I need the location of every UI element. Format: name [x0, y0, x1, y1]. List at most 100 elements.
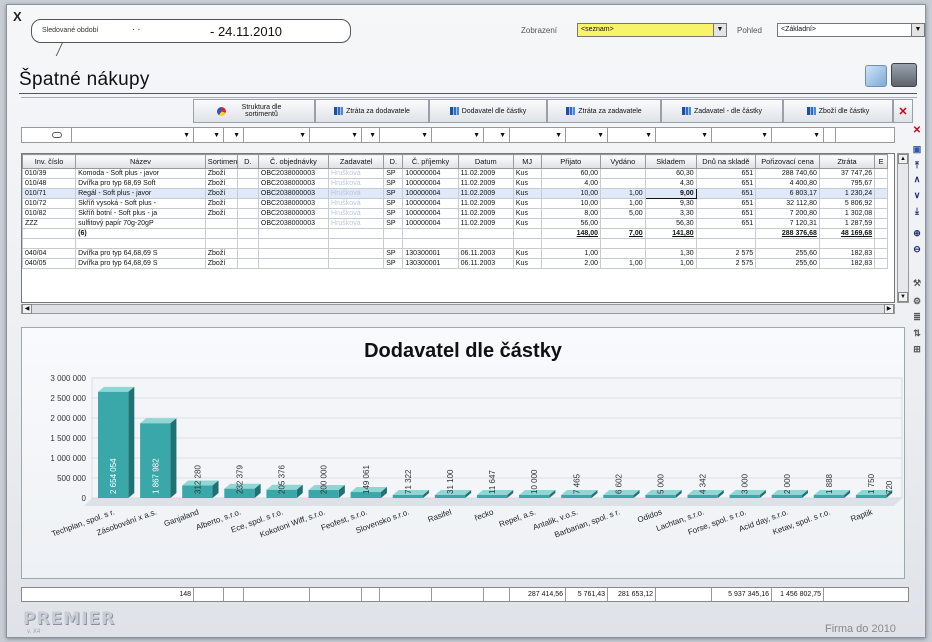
horizontal-scrollbar[interactable]: ◀ ▶	[21, 304, 895, 314]
table-cell[interactable]: 1 230,24	[818, 188, 876, 199]
period-from-value[interactable]: . .	[132, 22, 140, 33]
table-cell[interactable]	[22, 238, 77, 249]
table-cell[interactable]	[236, 208, 259, 219]
table-cell[interactable]: Zboží	[204, 198, 238, 209]
table-cell[interactable]	[874, 248, 888, 259]
printer-icon[interactable]	[891, 63, 917, 87]
column-header[interactable]: Č. příjemky	[402, 154, 459, 169]
next-record-icon[interactable]: ∨	[911, 189, 923, 201]
table-cell[interactable]	[257, 248, 330, 259]
table-cell[interactable]: 9,30	[644, 198, 697, 209]
table-cell[interactable]: 37 747,26	[818, 168, 876, 179]
table-cell[interactable]: 010/72	[22, 198, 77, 209]
table-cell[interactable]: SP	[383, 188, 404, 199]
filter-dropdown[interactable]: ▼	[484, 128, 510, 142]
table-cell[interactable]: Hrušková	[328, 168, 385, 179]
table-cell[interactable]: 651	[695, 198, 757, 209]
zoom-out-icon[interactable]: ⊖	[911, 243, 923, 255]
analysis-button-zadavatel-castky[interactable]: Zadavatel - dle částky	[661, 99, 783, 123]
table-cell[interactable]: Skříň botní - Soft plus - ja	[75, 208, 206, 219]
table-cell[interactable]: SP	[383, 198, 404, 209]
table-cell[interactable]: Kus	[512, 178, 542, 189]
table-cell[interactable]: OBC2038000003	[257, 188, 330, 199]
table-cell[interactable]: 60,00	[540, 168, 602, 179]
vertical-scrollbar[interactable]: ▲ ▼	[897, 153, 909, 303]
column-header[interactable]: Zadavatel	[328, 154, 385, 169]
analysis-button-struktura[interactable]: Struktura dle sortimentů	[193, 99, 315, 123]
table-cell[interactable]	[600, 168, 646, 179]
table-cell[interactable]: 1,00	[600, 188, 646, 199]
table-cell[interactable]: 040/04	[22, 248, 77, 259]
table-cell[interactable]: 010/82	[22, 208, 77, 219]
table-cell[interactable]: 1,00	[600, 258, 646, 269]
table-cell[interactable]	[328, 238, 385, 249]
table-cell[interactable]	[328, 258, 385, 269]
filter-dropdown[interactable]: ▼	[608, 128, 656, 142]
table-row[interactable]: 010/48 Dvířka pro typ 68,69 Soft Zboží OBC2…	[22, 178, 888, 189]
table-row[interactable]: 010/39 Komoda - Soft plus - javor Zboží OBC…	[22, 168, 888, 179]
filter-dropdown[interactable]: ▼	[432, 128, 484, 142]
table-cell[interactable]: 7 120,31	[755, 218, 820, 229]
table-cell[interactable]: SP	[383, 248, 404, 259]
table-cell[interactable]: sulfitový papír 70g-20gP	[75, 218, 206, 229]
group-icon[interactable]: ⊞	[911, 343, 923, 355]
close-icon[interactable]: X	[13, 9, 22, 24]
table-cell[interactable]: (6)	[75, 228, 206, 239]
table-cell[interactable]: Dvířka pro typ 64,68,69 S	[75, 248, 206, 259]
filter-dropdown[interactable]: ▼	[772, 128, 824, 142]
table-cell[interactable]: Zboží	[204, 248, 238, 259]
filter-dropdown[interactable]	[824, 128, 836, 142]
table-cell[interactable]: 6 803,17	[755, 188, 820, 199]
table-cell[interactable]: 651	[695, 168, 757, 179]
table-cell[interactable]	[600, 238, 646, 249]
table-cell[interactable]: 11.02.2009	[457, 178, 514, 189]
chart-settings-icon[interactable]	[865, 65, 887, 87]
column-header[interactable]: Vydáno	[600, 154, 646, 169]
table-cell[interactable]: SP	[383, 168, 404, 179]
table-cell[interactable]: 651	[695, 178, 757, 189]
table-cell[interactable]: Dvířka pro typ 64,68,69 S	[75, 258, 206, 269]
table-cell[interactable]: 48 169,68	[818, 228, 876, 239]
column-header[interactable]: Název	[75, 154, 206, 169]
table-cell[interactable]	[644, 238, 697, 249]
table-cell[interactable]	[402, 238, 459, 249]
scroll-left-icon[interactable]: ◀	[22, 304, 32, 314]
table-cell[interactable]: Hrušková	[328, 218, 385, 229]
clear-analysis-icon[interactable]: ✕	[893, 99, 913, 123]
table-cell[interactable]	[755, 238, 820, 249]
table-row[interactable]	[22, 238, 888, 249]
table-cell[interactable]	[236, 198, 259, 209]
table-cell[interactable]	[600, 218, 646, 229]
scroll-up-icon[interactable]: ▲	[898, 154, 908, 164]
table-cell[interactable]	[204, 228, 238, 239]
table-cell[interactable]	[236, 178, 259, 189]
table-cell[interactable]: OBC2038000003	[257, 218, 330, 229]
table-cell[interactable]: 11.02.2009	[457, 208, 514, 219]
table-cell[interactable]: 2,00	[540, 258, 602, 269]
table-cell[interactable]: Kus	[512, 198, 542, 209]
analysis-button-ztrata-dodavatele[interactable]: Ztráta za dodavatele	[315, 99, 429, 123]
table-cell[interactable]: 7 200,80	[755, 208, 820, 219]
table-cell[interactable]: 56,30	[644, 218, 697, 229]
table-cell[interactable]	[236, 168, 259, 179]
table-cell[interactable]: 11.02.2009	[457, 218, 514, 229]
table-cell[interactable]	[402, 228, 459, 239]
table-cell[interactable]: 11.02.2009	[457, 188, 514, 199]
table-cell[interactable]: Hrušková	[328, 188, 385, 199]
table-cell[interactable]: Dvířka pro typ 68,69 Soft	[75, 178, 206, 189]
table-cell[interactable]: Hrušková	[328, 198, 385, 209]
table-cell[interactable]	[257, 238, 330, 249]
column-header[interactable]: Přijato	[540, 154, 602, 169]
table-cell[interactable]: 255,60	[755, 258, 820, 269]
table-cell[interactable]: Kus	[512, 188, 542, 199]
filter-dropdown[interactable]: ▼	[656, 128, 712, 142]
table-cell[interactable]: 010/39	[22, 168, 77, 179]
table-cell[interactable]: 11.02.2009	[457, 168, 514, 179]
table-cell[interactable]: 3,30	[644, 208, 697, 219]
filter-dropdown[interactable]: ▼	[566, 128, 608, 142]
pohled-select[interactable]: <Základní> ▼	[777, 23, 925, 37]
table-cell[interactable]: Skříň vysoká - Soft plus -	[75, 198, 206, 209]
table-cell[interactable]: 1,00	[600, 198, 646, 209]
analysis-button-ztrata-zadavatele[interactable]: Ztráta za zadavatele	[547, 99, 661, 123]
table-cell[interactable]: 651	[695, 218, 757, 229]
